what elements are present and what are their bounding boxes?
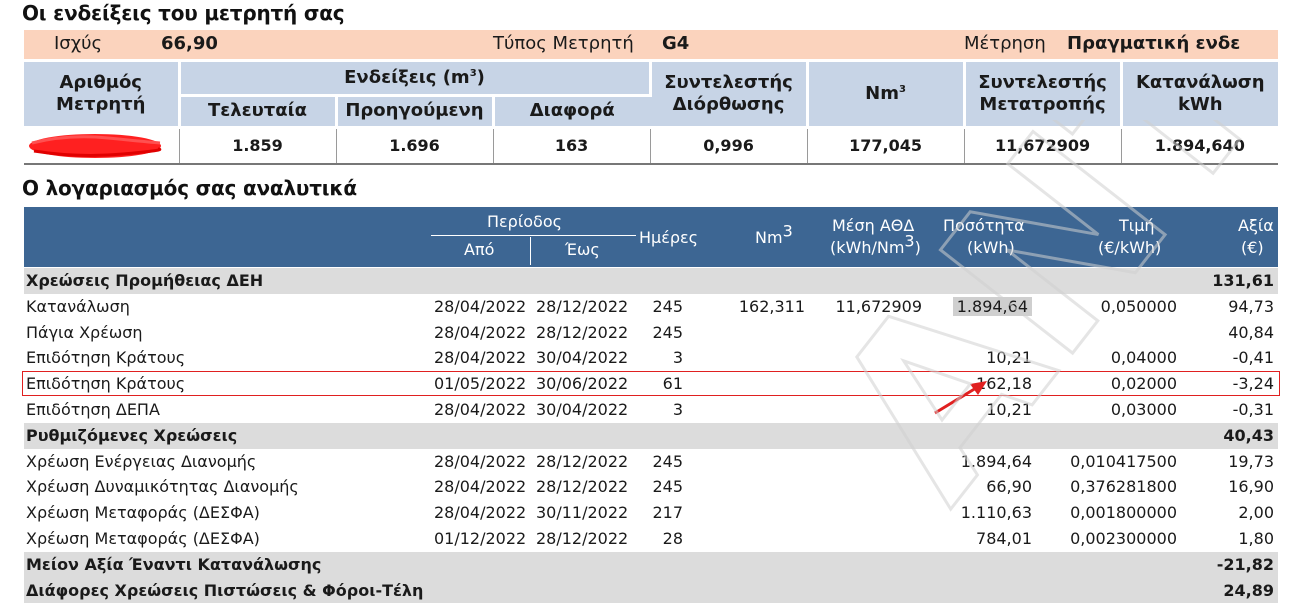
meter-type-label: Τύπος Μετρητή [493,33,634,54]
period-divider [431,235,636,236]
highlight-box [22,371,1280,396]
table-row: Χρέωση Μεταφοράς (ΔΕΣΦΑ) 01/12/2022 28/1… [26,528,1274,548]
difference-value: 163 [493,127,651,165]
power-label: Ισχύς [54,33,103,54]
section-row-regulated: Ρυθμιζόμενες Χρεώσεις 40,43 [24,422,1278,449]
from-header: Από [464,240,495,259]
meter-info-bar: Ισχύς 66,90 Τύπος Μετρητή G4 Μέτρηση Πρα… [24,30,1278,59]
meter-number-header: Αριθμός Μετρητή [24,62,181,129]
table-row: Χρέωση Δυναμικότητας Διανομής 28/04/2022… [26,477,1274,497]
bill-section-title: Ο λογαριασμός σας αναλυτικά [22,176,357,200]
bill-rows: Χρεώσεις Προμήθειας ΔΕΗ 131,61 Κατανάλωσ… [24,268,1278,603]
value-unit-header: (€) [1241,238,1264,257]
annotation-arrow-icon [934,381,987,415]
redaction-scribble [29,134,162,158]
table-row: Χρέωση Ενέργειας Διανομής 28/04/2022 28/… [26,451,1274,471]
last-reading-value: 1.859 [179,127,337,165]
consumption-kwh-value: 1.894,640 [1121,127,1279,165]
meter-type-value: G4 [662,33,690,54]
previous-reading-header: Προηγούμενη [336,95,495,129]
nm3-header: Nm3 [807,62,966,129]
consumption-kwh-header: Κατανάλωση kWh [1121,62,1279,129]
measurement-label: Μέτρηση [964,33,1046,54]
readings-header: Ενδείξεις (m3) [179,62,652,97]
correction-factor-header: Συντελεστής Διόρθωσης [650,62,809,129]
price-header: Τιμή [1119,216,1155,235]
table-row: Επιδότηση ΔΕΠΑ 28/04/2022 30/04/2022 3 1… [26,399,1274,419]
correction-factor-value: 0,996 [650,127,808,165]
measurement-value: Πραγματική ενδε [1067,33,1241,54]
difference-header: Διαφορά [493,95,651,129]
table-row: Πάγια Χρέωση 28/04/2022 28/12/2022 245 4… [26,322,1274,342]
section-row-advance-credit: Μείον Αξία Έναντι Κατανάλωσης -21,82 [24,551,1278,578]
to-header: Έως [565,240,600,259]
table-row: Κατανάλωση 28/04/2022 28/12/2022 245 162… [26,296,1274,316]
ath-header: Μέση ΑΘΔ [832,216,915,235]
ath-unit-header: (kWh/Nm3) [830,231,921,257]
power-value: 66,90 [161,33,218,54]
table-row: Επιδότηση Κράτους 28/04/2022 30/04/2022 … [26,348,1274,368]
period-header: Περίοδος [487,212,563,231]
bill-table-header: Περίοδος Από Έως Ημέρες Nm3 Μέση ΑΘΔ (kW… [24,207,1278,267]
nm3-value: 177,045 [807,127,965,165]
conversion-factor-value: 11,672909 [964,127,1122,165]
section-row-misc-charges: Διάφορες Χρεώσεις Πιστώσεις & Φόροι-Τέλη… [24,577,1278,603]
conversion-factor-header: Συντελεστής Μετατροπής [964,62,1123,129]
last-reading-header: Τελευταία [179,95,338,129]
quantity-unit-header: (kWh) [967,238,1015,257]
value-header: Αξία [1238,216,1274,235]
table-row: Χρέωση Μεταφοράς (ΔΕΣΦΑ) 28/04/2022 30/1… [26,503,1274,523]
section-row-supply: Χρεώσεις Προμήθειας ΔΕΗ 131,61 [24,268,1278,294]
nm3-col-header: Nm3 [755,221,793,247]
price-unit-header: (€/kWh) [1098,238,1162,257]
meter-section-title: Οι ενδείξεις του μετρητή σας [22,1,345,25]
period-column-divider [530,237,531,265]
quantity-header: Ποσότητα [943,216,1025,235]
days-header: Ημέρες [639,228,699,247]
meter-readings-table: Αριθμός Μετρητή Ενδείξεις (m3) Συντελεστ… [24,62,1279,165]
previous-reading-value: 1.696 [336,127,494,165]
